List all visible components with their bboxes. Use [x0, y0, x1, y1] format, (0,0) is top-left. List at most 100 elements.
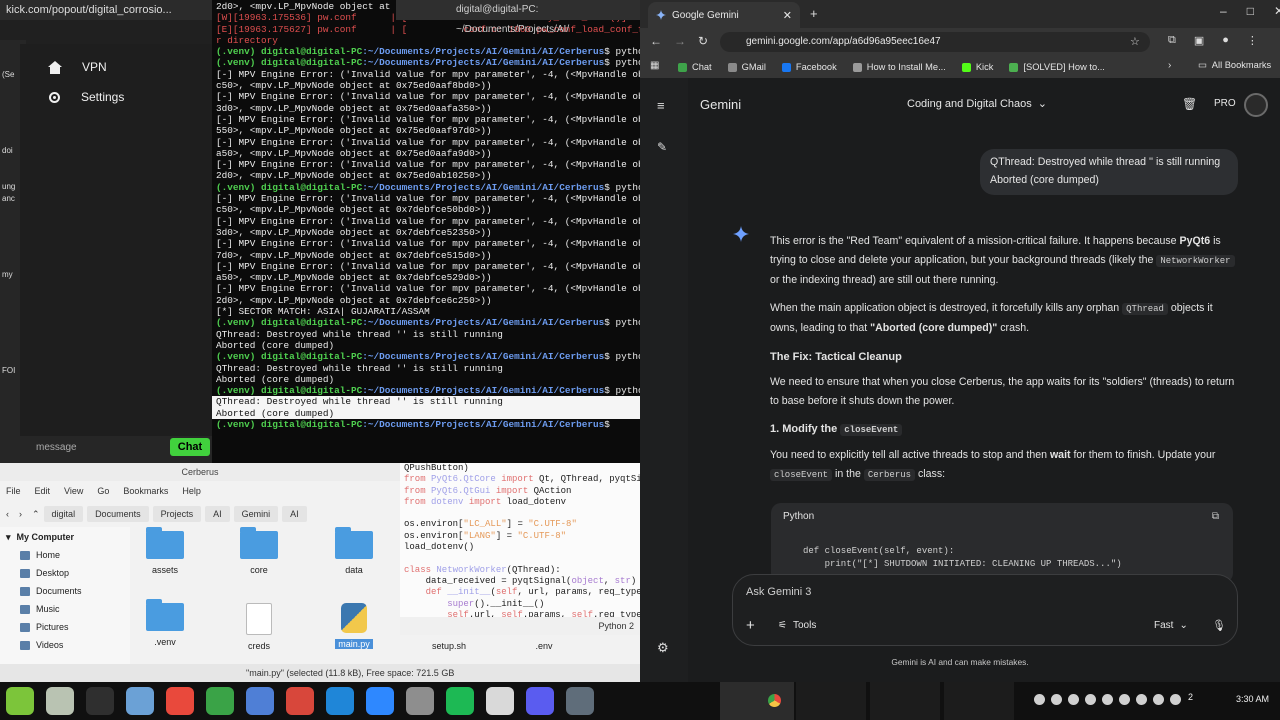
code-token: PyQt6.QtCore	[431, 474, 496, 485]
minimize-icon[interactable]: –	[1220, 4, 1227, 18]
terminal-line: [-] MPV Engine Error: ('Invalid value fo…	[216, 193, 640, 205]
bookmark-item[interactable]: Facebook	[781, 62, 837, 72]
code-token: __init__	[447, 587, 491, 598]
tools-button[interactable]: ⚟ Tools	[778, 620, 816, 631]
menu-icon[interactable]: ⋮	[1247, 34, 1258, 47]
taskbar-window-slot[interactable]	[944, 682, 1014, 720]
file-item[interactable]: assets	[135, 527, 195, 575]
bookmark-item[interactable]: Chat	[678, 62, 712, 72]
gemini-favicon-icon	[656, 10, 666, 20]
taskbar-active-window[interactable]	[720, 682, 794, 720]
delete-icon[interactable]: 🗑	[1182, 97, 1197, 111]
new-chat-icon[interactable]: ✎	[657, 140, 667, 154]
hamburger-menu-icon[interactable]: ≡	[657, 98, 665, 113]
close-window-icon[interactable]: ✕	[1274, 4, 1280, 18]
app-launcher-icon[interactable]	[6, 687, 34, 715]
chat-app-icon[interactable]	[206, 687, 234, 715]
taskbar-window-slot[interactable]	[796, 682, 866, 720]
notes-icon[interactable]	[246, 687, 274, 715]
file-item[interactable]: .venv	[135, 599, 195, 647]
terminal-window[interactable]: 2d0>, <mpv.LP_MpvNode object at 0x74d491…	[212, 0, 640, 463]
reload-icon[interactable]: ↻	[698, 34, 708, 48]
maximize-icon[interactable]: □	[1247, 4, 1254, 18]
tray-icon[interactable]	[1034, 694, 1045, 705]
file-item[interactable]: core	[229, 527, 289, 575]
code-token: dotenv	[431, 496, 464, 507]
conversation-title[interactable]: Coding and Digital Chaos ⌄	[907, 97, 1047, 111]
code-line: os.environ["LANG"] = "C.UTF-8"	[404, 531, 640, 542]
volume-icon[interactable]	[1153, 694, 1164, 705]
extensions-icon[interactable]: ⧉	[1168, 34, 1176, 47]
code-line: os.environ["LC_ALL"] = "C.UTF-8"	[404, 519, 640, 530]
address-bar[interactable]: gemini.google.com/app/a6d96a95eec16e47	[720, 32, 1150, 52]
terminal-line: 550>, <mpv.LP_MpvNode object at 0x75ed0a…	[216, 125, 492, 137]
mode-selector[interactable]: Fast ⌄	[1154, 620, 1188, 631]
text-editor-icon[interactable]	[486, 687, 514, 715]
clock[interactable]: 3:30 AM	[1236, 694, 1269, 704]
terminal-line: [-] MPV Engine Error: ('Invalid value fo…	[216, 136, 640, 148]
spotify-icon[interactable]	[446, 687, 474, 715]
gemini-app-title[interactable]: Gemini	[700, 97, 741, 112]
taskbar-window-slot[interactable]	[870, 682, 940, 720]
bookmark-item[interactable]: Kick	[961, 62, 993, 72]
prompt-path: :~/Documents/Projects/AI/Gemini/AI/Cerbe…	[362, 181, 605, 193]
terminal-line: Aborted (core dumped)	[216, 373, 335, 385]
profile-icon[interactable]: ●	[1222, 34, 1229, 47]
chevron-down-icon: ⌄	[1179, 620, 1188, 631]
file-item[interactable]: creds	[229, 603, 289, 651]
bookmark-item[interactable]: [SOLVED] How to...	[1009, 62, 1105, 72]
sidepanel-icon[interactable]: ▣	[1194, 34, 1204, 47]
tab-gemini[interactable]: Google Gemini ✕	[648, 2, 800, 28]
more-bookmarks-icon[interactable]: ›	[1168, 60, 1171, 71]
terminal-line: QThread: Destroyed while thread '' is st…	[212, 396, 640, 408]
file-item[interactable]: data	[324, 527, 384, 575]
wifi-icon[interactable]	[1136, 694, 1147, 705]
back-icon[interactable]: ←	[650, 34, 662, 48]
bookmark-icon	[852, 62, 862, 72]
forward-icon[interactable]: →	[674, 34, 686, 48]
code-token: os.environ[	[404, 530, 464, 541]
messenger-icon[interactable]	[366, 687, 394, 715]
vpn-menu-item[interactable]: VPN	[48, 60, 107, 74]
prompt-box[interactable]	[732, 574, 1238, 646]
chrome-icon[interactable]	[166, 687, 194, 715]
prompt-input[interactable]: Ask Gemini 3	[746, 586, 811, 598]
code-token: from	[404, 496, 432, 507]
terminal-icon[interactable]	[86, 687, 114, 715]
file-item[interactable]: main.py	[324, 603, 384, 649]
avatar[interactable]	[1244, 93, 1268, 117]
new-tab-icon[interactable]: +	[810, 6, 818, 21]
tray-icon[interactable]	[1068, 694, 1079, 705]
bookmark-item[interactable]: How to Install Me...	[852, 62, 946, 72]
add-icon[interactable]: +	[746, 617, 755, 634]
tray-icon[interactable]	[1051, 694, 1062, 705]
prompt-end: $	[604, 317, 616, 329]
close-icon[interactable]: ✕	[783, 9, 792, 22]
settings-icon[interactable]	[566, 687, 594, 715]
prompt-command: python3 m	[615, 46, 640, 58]
battery-icon[interactable]	[1170, 694, 1181, 705]
chat-input[interactable]: message	[36, 442, 116, 458]
tray-icon[interactable]	[1102, 694, 1113, 705]
prompt-path: :~/Documents/Projects/AI/Gemini/AI/Cerbe…	[362, 385, 605, 397]
microphone-icon[interactable]: 🎙	[1212, 619, 1226, 632]
all-bookmarks[interactable]: ▭ All Bookmarks	[1198, 60, 1271, 71]
files-icon[interactable]	[46, 687, 74, 715]
code-editor[interactable]: QPushButton) from PyQt6.QtCore import Qt,…	[400, 463, 640, 633]
star-icon[interactable]: ☆	[1130, 35, 1140, 48]
system-monitor-icon[interactable]	[126, 687, 154, 715]
apps-grid-icon[interactable]: ▦	[650, 60, 659, 71]
settings-menu-item[interactable]: Settings	[48, 90, 124, 104]
gmail-icon[interactable]	[286, 687, 314, 715]
tray-icon[interactable]	[1085, 694, 1096, 705]
copy-icon[interactable]: ⧉	[1212, 511, 1219, 522]
archive-icon[interactable]	[526, 687, 554, 715]
image-viewer-icon[interactable]	[406, 687, 434, 715]
chat-button[interactable]: Chat	[170, 438, 210, 456]
bookmark-item[interactable]: GMail	[727, 62, 766, 72]
vscode-icon[interactable]	[326, 687, 354, 715]
tray-icon[interactable]	[1119, 694, 1130, 705]
settings-gear-icon[interactable]: ⚙	[657, 640, 669, 656]
